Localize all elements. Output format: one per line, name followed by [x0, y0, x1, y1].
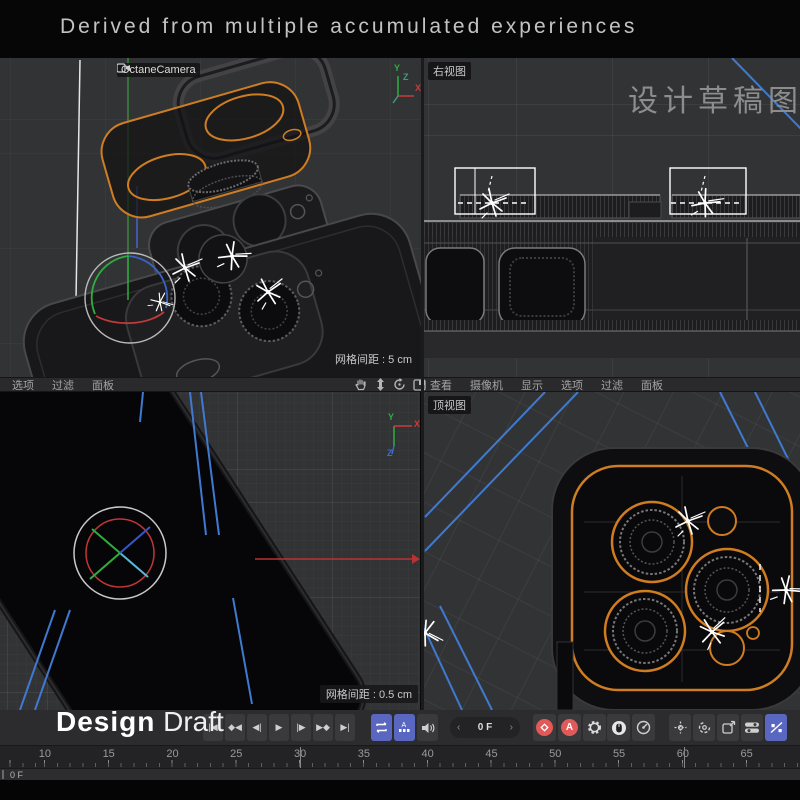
keyframe-diamond-icon	[536, 719, 553, 736]
ruler-number: 45	[460, 748, 524, 760]
key-rotation-button[interactable]	[693, 714, 715, 741]
ruler-number: 10	[13, 748, 77, 760]
ruler-number: 65	[715, 748, 779, 760]
ruler-numbers: 101520253035404550556065	[13, 748, 779, 760]
autokeying-button[interactable]: A	[558, 714, 581, 741]
menu-item[interactable]: 过滤	[52, 377, 74, 393]
transport-button[interactable]: ▶|	[335, 714, 355, 741]
record-keyframe-button[interactable]	[533, 714, 556, 741]
top-view-canvas	[424, 392, 800, 710]
ruler-number: 60	[651, 748, 715, 760]
keying-filter-buttons	[669, 714, 787, 741]
timeline-range-bar[interactable]: 0 F	[0, 768, 800, 780]
move-axes-icon	[673, 720, 688, 735]
toggle-view-icon[interactable]	[413, 379, 426, 391]
page-title: Derived from multiple accumulated experi…	[60, 15, 637, 39]
camera-name-text: OctaneCamera	[121, 64, 196, 76]
current-frame-spinner[interactable]: ‹ 0 F ›	[450, 717, 520, 738]
key-parameter-button[interactable]	[741, 714, 763, 741]
left-viewport-menu: 选项 过滤 面板	[12, 377, 114, 393]
viewport-nav-icons	[355, 378, 426, 391]
stamp-word-light: Draft	[163, 706, 224, 737]
preview-range-marker-end[interactable]	[684, 747, 685, 768]
grid-spacing-badge: 网格间距 : 5 cm	[329, 350, 418, 368]
ruler-number: 35	[332, 748, 396, 760]
move-vertical-icon[interactable]	[375, 378, 386, 391]
viewport-right-view[interactable]: 右视图 设计草稿图	[424, 58, 800, 377]
range-start-label: 0 F	[10, 770, 23, 780]
stamp-word-bold: Design	[56, 706, 155, 737]
pan-hand-icon[interactable]	[355, 378, 368, 391]
key-pla-button[interactable]	[765, 714, 787, 741]
frame-decrement[interactable]: ‹	[457, 722, 460, 733]
camera-name-label[interactable]: OctaneCamera	[117, 63, 200, 77]
viewport-top-view[interactable]: 顶视图	[424, 392, 800, 710]
loop-playback-button[interactable]	[371, 714, 392, 741]
ruler-number: 50	[523, 748, 587, 760]
viewport-perspective[interactable]: OctaneCamera Y Z X 网格间距 : 5 cm	[0, 58, 421, 377]
record-buttons: A	[533, 714, 606, 741]
record-objects-button[interactable]	[607, 714, 630, 741]
title-band: Derived from multiple accumulated experi…	[0, 0, 800, 58]
transport-button[interactable]: ▶	[269, 714, 289, 741]
range-start-handle[interactable]	[2, 770, 4, 779]
transport-button[interactable]: ◆◀	[225, 714, 245, 741]
viewport-front-view[interactable]: Y X Z 网格间距 : 0.5 cm	[0, 392, 420, 710]
transport-button[interactable]: |▶	[291, 714, 311, 741]
viewport-name-badge: 顶视图	[428, 396, 471, 414]
menu-item[interactable]: 面板	[92, 377, 114, 393]
front-view-canvas	[0, 392, 420, 710]
perspective-canvas	[0, 58, 421, 377]
sound-toggle-button[interactable]	[417, 714, 438, 741]
menu-item[interactable]: 过滤	[601, 377, 623, 393]
menu-item[interactable]: 摄像机	[470, 377, 503, 393]
point-level-animation-icon	[769, 720, 784, 735]
key-position-button[interactable]	[669, 714, 691, 741]
mouse-icon	[611, 720, 627, 736]
viewport-menubar: 选项 过滤 面板 查看 摄像机 显示 选项 过滤 面板	[0, 377, 800, 392]
autokey-a-icon: A	[561, 719, 578, 736]
bottom-band	[0, 780, 800, 800]
right-viewport-menu: 查看 摄像机 显示 选项 过滤 面板	[430, 377, 663, 393]
menu-item[interactable]: 选项	[12, 377, 34, 393]
ruler-number: 55	[587, 748, 651, 760]
current-frame-value: 0 F	[478, 722, 492, 733]
transport-button[interactable]: ▶◆	[313, 714, 333, 741]
transport-button[interactable]: ◀|	[247, 714, 267, 741]
dial-icon	[636, 720, 651, 735]
preview-range-marker-start[interactable]	[300, 747, 301, 768]
rotate-icon	[697, 720, 712, 735]
draft-stamp-cn: 设计草稿图	[628, 76, 800, 120]
camera-icon	[117, 63, 130, 73]
autokey-mode-button[interactable]: A	[394, 714, 415, 741]
ruler-minor-ticks	[0, 763, 800, 767]
grid-spacing-badge: 网格间距 : 0.5 cm	[320, 685, 418, 703]
playback-option-buttons: A	[371, 714, 438, 741]
record-dial-button[interactable]	[632, 714, 655, 741]
menu-item[interactable]: 选项	[561, 377, 583, 393]
keyframe-settings-button[interactable]	[583, 714, 606, 741]
app-window: Derived from multiple accumulated experi…	[0, 0, 800, 800]
key-scale-button[interactable]	[717, 714, 739, 741]
ruler-number: 15	[77, 748, 141, 760]
timeline-ruler[interactable]: 101520253035404550556065	[0, 745, 800, 768]
viewport-name-badge: 右视图	[428, 62, 471, 80]
record-scope-buttons	[607, 714, 655, 741]
menu-item[interactable]: 查看	[430, 377, 452, 393]
rotate-view-icon[interactable]	[393, 378, 406, 391]
menu-item[interactable]: 面板	[641, 377, 663, 393]
ruler-number: 25	[204, 748, 268, 760]
transport-controls: |◀◆◀◀|▶|▶▶◆▶|	[203, 714, 355, 741]
parameter-sliders-icon	[744, 721, 760, 734]
frame-increment[interactable]: ›	[510, 722, 513, 733]
timeline-toolbar: Design Draft |◀◆◀◀|▶|▶▶◆▶| A ‹ 0 F ›	[0, 710, 800, 745]
svg-text:A: A	[402, 722, 407, 729]
design-draft-stamp: Design Draft	[56, 706, 224, 738]
menu-item[interactable]: 显示	[521, 377, 543, 393]
ruler-number: 20	[141, 748, 205, 760]
gear-icon	[587, 720, 602, 735]
ruler-number: 40	[396, 748, 460, 760]
scale-icon	[721, 720, 736, 735]
